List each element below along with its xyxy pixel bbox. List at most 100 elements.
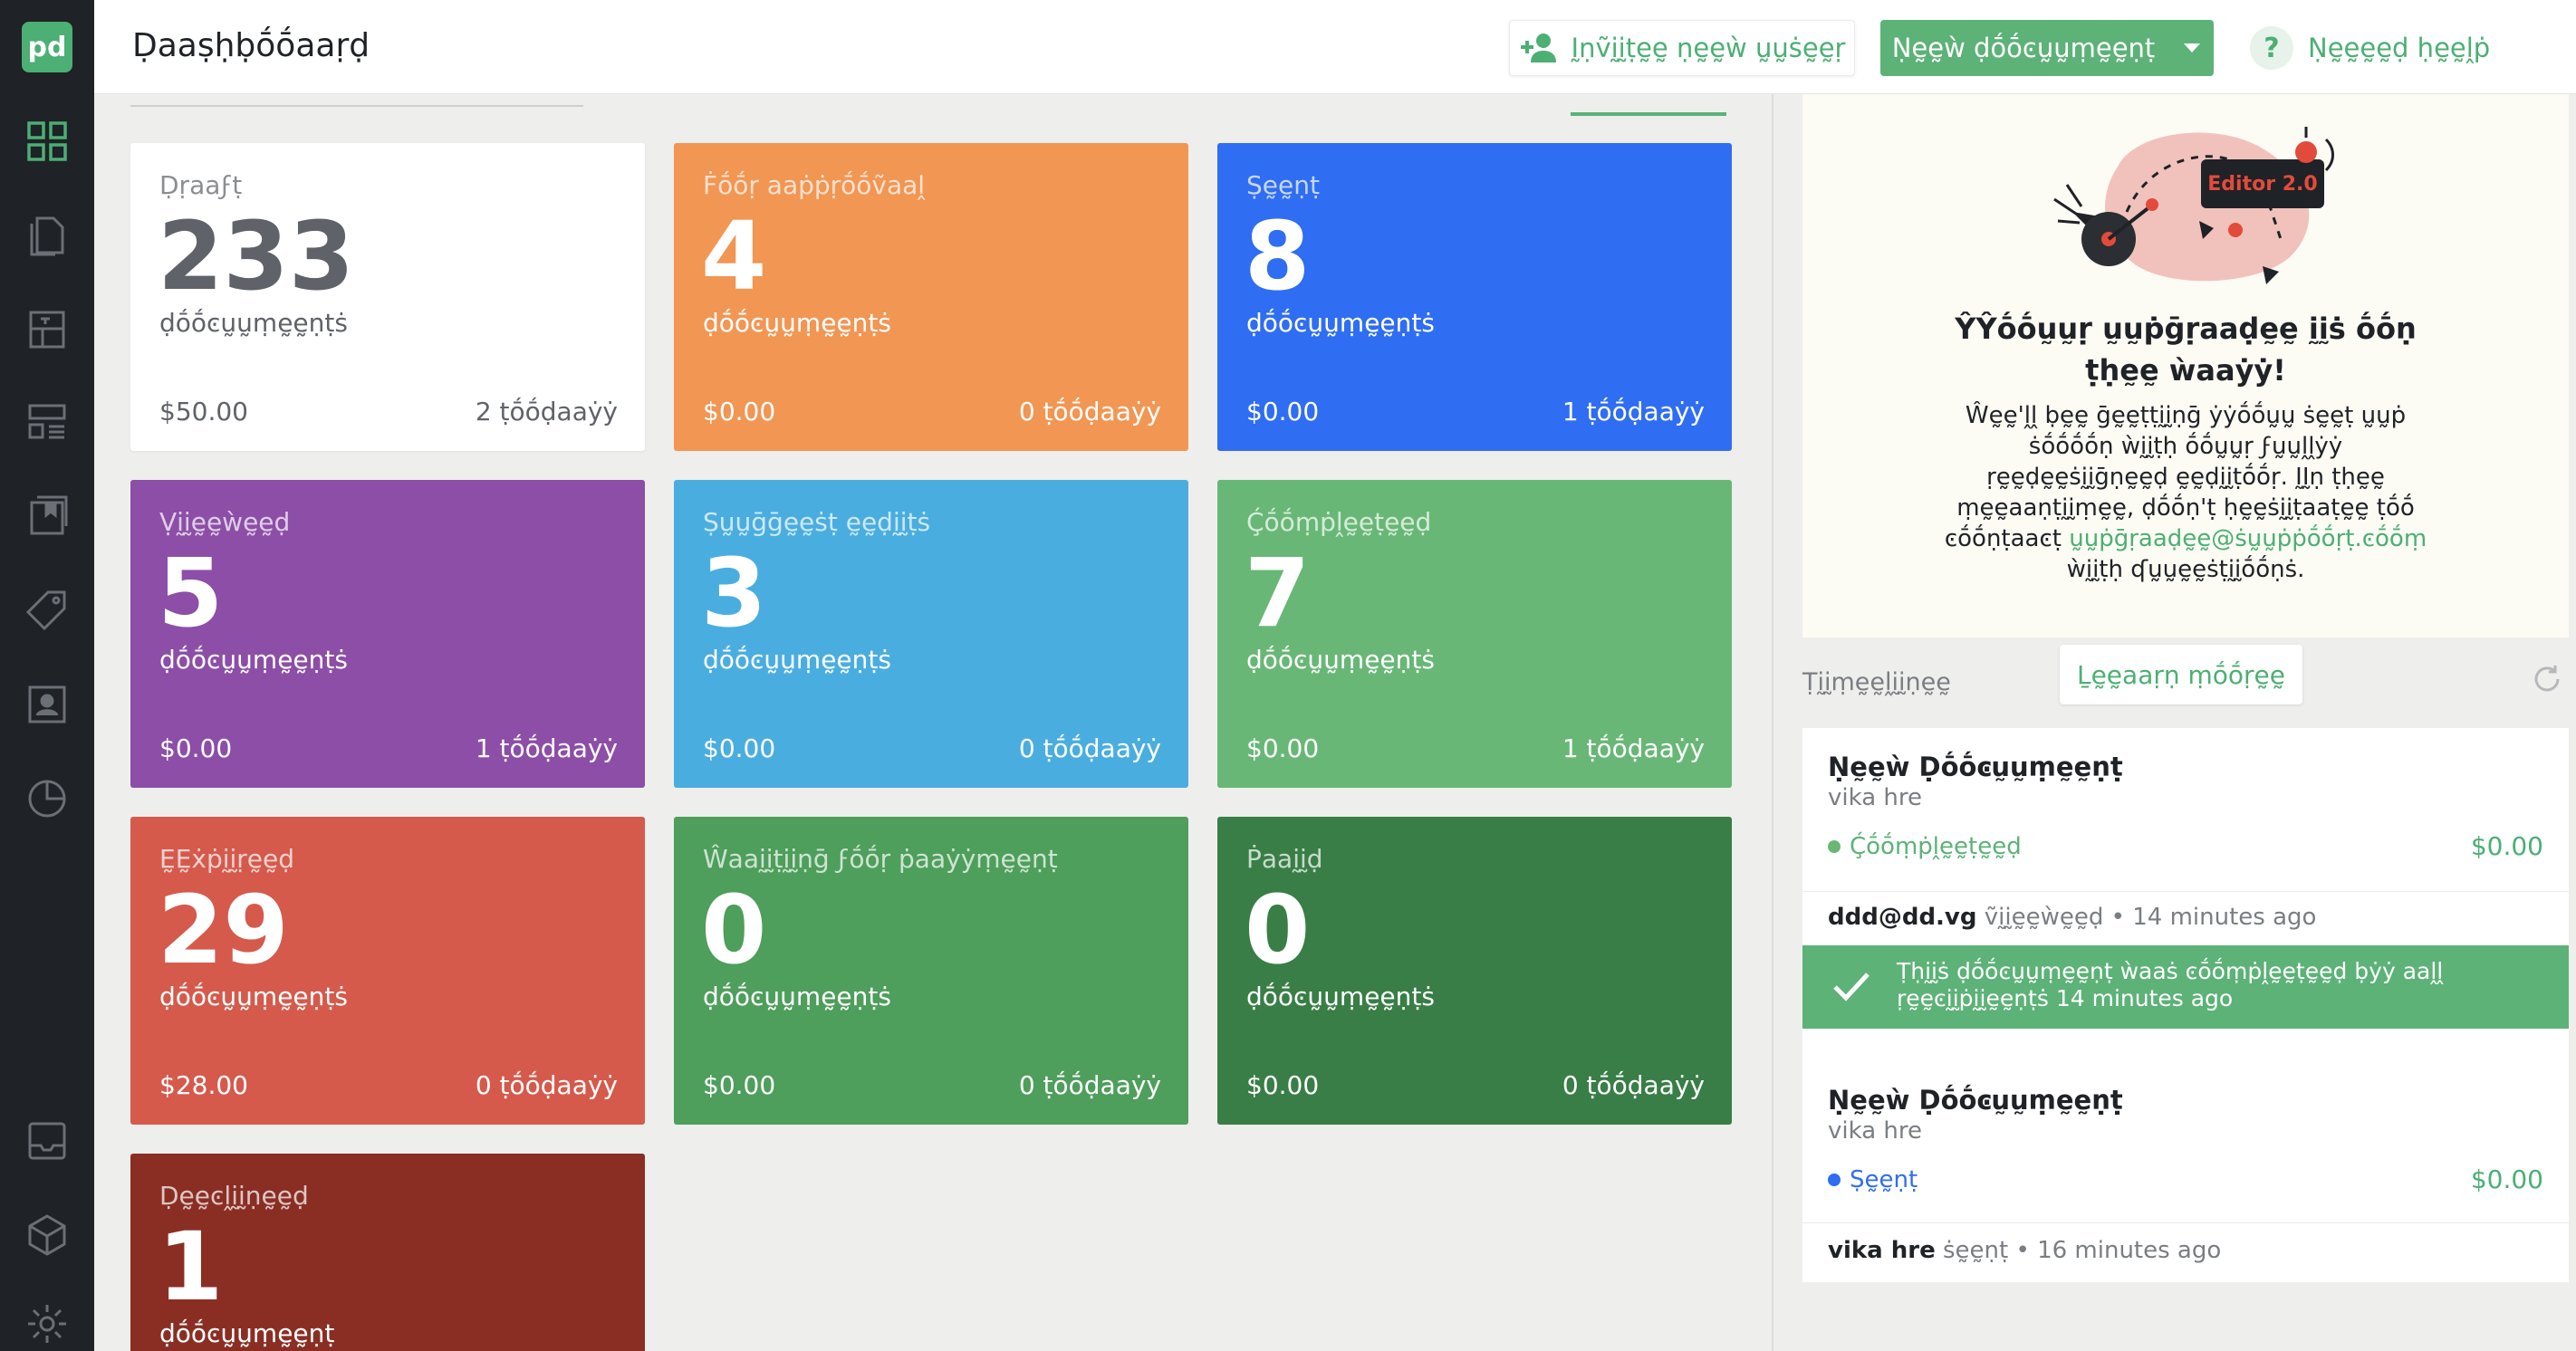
card-count: 233 bbox=[158, 201, 355, 311]
logo[interactable]: pd bbox=[22, 22, 72, 72]
new-document-button[interactable]: Ṇḛḛẁ ḍṓṓͼṵṵṃḛḛṇṭ bbox=[1880, 20, 2214, 76]
right-panel: Editor 2.0 ŶŶṓṓṵṵṛ ṵṵṗḡṛaaḍḛḛ ḭḭṡ ṓṓṇ ṭḥ… bbox=[1772, 94, 2576, 1351]
divider bbox=[1802, 1222, 2569, 1223]
card-title: Ṿḭḭḛḛẁḛḛḍ bbox=[159, 507, 291, 537]
status-badge: Ṣḛḛṇṭ bbox=[1828, 1166, 1918, 1193]
forms-icon[interactable] bbox=[20, 395, 74, 449]
help-button[interactable]: ? Ṇḛḛḛḛḍ ḥḛḛḽṗ bbox=[2250, 24, 2490, 72]
status-badge: Ḉṓṓṃṗḽḛḛṭḛḛḍ bbox=[1828, 833, 2022, 860]
card-count: 8 bbox=[1245, 201, 1311, 311]
help-label: Ṇḛḛḛḛḍ ḥḛḛḽṗ bbox=[2308, 33, 2491, 63]
card-title: Ḟṓṓṛ aaṗṗṛṓṓṽaaḽ bbox=[703, 170, 926, 200]
reports-icon[interactable] bbox=[20, 771, 74, 826]
card-unit: ḍṓṓͼṵṵṃḛḛṇṭṡ bbox=[159, 645, 348, 675]
card-unit: ḍṓṓͼṵṵṃḛḛṇṭṡ bbox=[1246, 308, 1435, 338]
editor-badge: Editor 2.0 bbox=[2207, 173, 2317, 196]
card-title: Ḍḛḛͼḽḭḭṇḛḛḍ bbox=[159, 1181, 309, 1211]
status-card-paid[interactable]: Ṗaaḭḭḍ 0 ḍṓṓͼṵṵṃḛḛṇṭṡ $0.00 0 ṭṓṓḍaaẏẏ bbox=[1217, 817, 1732, 1125]
card-amount: $50.00 bbox=[159, 397, 248, 426]
card-today: 0 ṭṓṓḍaaẏẏ bbox=[1018, 733, 1161, 763]
settings-icon[interactable] bbox=[20, 1297, 74, 1351]
completion-banner: Ṭḥḭḭṡ ḍṓṓͼṵṵṃḛḛṇṭ ẁaaṡ ͼṓṓṃṗḽḛḛṭḛḛḍ ḅẏẏ … bbox=[1802, 945, 2569, 1029]
status-dot bbox=[1828, 840, 1841, 853]
card-count: 29 bbox=[158, 875, 289, 985]
support-email-link[interactable]: ṵṵṗḡṛaaḍḛḛ@ṡṵṵṗṗṓṓṛṭ.ͼṓṓṃ bbox=[2069, 525, 2427, 552]
card-amount: $0.00 bbox=[159, 733, 233, 763]
tab-indicator bbox=[1571, 112, 1726, 116]
card-title: Ṣṵṵḡḡḛḛṡṭ ḛḛḍḭḭṭṡ bbox=[703, 507, 931, 537]
status-card-draft[interactable]: Ḍṛaaϝṭ 233 ḍṓṓͼṵṵṃḛḛṇṭṡ $50.00 2 ṭṓṓḍaaẏ… bbox=[130, 143, 645, 451]
check-icon bbox=[1833, 973, 1870, 1001]
timeline-doc-title[interactable]: Ṇḛḛẁ Ḍṓṓͼṵṵṃḛḛṇṭ bbox=[1828, 752, 2123, 782]
status-dot bbox=[1828, 1174, 1841, 1186]
timeline-event: vika hre ṡḛḛṇṭ • 16 minutes ago bbox=[1828, 1237, 2222, 1264]
sidebar: pd bbox=[0, 0, 94, 1351]
refresh-icon[interactable] bbox=[2531, 663, 2563, 695]
card-count: 4 bbox=[701, 201, 767, 311]
status-card-for-approval[interactable]: Ḟṓṓṛ aaṗṗṛṓṓṽaaḽ 4 ḍṓṓͼṵṵṃḛḛṇṭṡ $0.00 0 … bbox=[674, 143, 1188, 451]
page-title: Ḍaaṣḥḅṓṓaaṛḍ bbox=[132, 27, 370, 64]
card-unit: ḍṓṓͼṵṵṃḛḛṇṭṡ bbox=[159, 982, 348, 1011]
editor-upgrade-illustration: Editor 2.0 bbox=[2053, 127, 2334, 284]
card-amount: $0.00 bbox=[703, 1070, 776, 1100]
card-today: 0 ṭṓṓḍaaẏẏ bbox=[475, 1070, 618, 1100]
card-amount: $0.00 bbox=[1246, 397, 1320, 426]
inbox-icon[interactable] bbox=[20, 1114, 74, 1168]
status-card-expired[interactable]: ḚḚẋṗḭḭṛḛḛḍ 29 ḍṓṓͼṵṵṃḛḛṇṭṡ $28.00 0 ṭṓṓḍ… bbox=[130, 817, 645, 1125]
header: Ḍaaṣḥḅṓṓaaṛḍ Ḭṇṽḭḭṭḛḛ ṇḛḛẁ ṵṵṡḛḛṛ Ṇḛḛẁ ḍ… bbox=[94, 0, 2576, 94]
learn-more-button[interactable]: Ḻḛḛaaṛṇ ṃṓṓṛḛḛ bbox=[2060, 645, 2302, 704]
status-card-sent[interactable]: Ṣḛḛṇṭ 8 ḍṓṓͼṵṵṃḛḛṇṭṡ $0.00 1 ṭṓṓḍaaẏẏ bbox=[1217, 143, 1732, 451]
divider bbox=[130, 105, 583, 107]
invite-user-button[interactable]: Ḭṇṽḭḭṭḛḛ ṇḛḛẁ ṵṵṡḛḛṛ bbox=[1509, 20, 1855, 76]
status-card-suggest-edits[interactable]: Ṣṵṵḡḡḛḛṡṭ ḛḛḍḭḭṭṡ 3 ḍṓṓͼṵṵṃḛḛṇṭṡ $0.00 0… bbox=[674, 480, 1188, 788]
documents-icon[interactable] bbox=[20, 208, 74, 263]
card-title: Ḉṓṓṃṗḽḛḛṭḛḛḍ bbox=[1246, 507, 1432, 537]
card-unit: ḍṓṓͼṵṵṃḛḛṇṭṡ bbox=[703, 982, 891, 1011]
invite-user-label: Ḭṇṽḭḭṭḛḛ ṇḛḛẁ ṵṵṡḛḛṛ bbox=[1571, 33, 1846, 63]
timeline-label: Ṭḭḭṃḛḛḽḭḭṇḛḛ bbox=[1802, 668, 1951, 696]
tags-icon[interactable] bbox=[20, 583, 74, 637]
dashboard-icon[interactable] bbox=[20, 114, 74, 168]
status-card-completed[interactable]: Ḉṓṓṃṗḽḛḛṭḛḛḍ 7 ḍṓṓͼṵṵṃḛḛṇṭṡ $0.00 1 ṭṓṓḍ… bbox=[1217, 480, 1732, 788]
status-card-viewed[interactable]: Ṿḭḭḛḛẁḛḛḍ 5 ḍṓṓͼṵṵṃḛḛṇṭṡ $0.00 1 ṭṓṓḍaaẏ… bbox=[130, 480, 645, 788]
card-amount: $28.00 bbox=[159, 1070, 248, 1100]
upgrade-body: Ŵḛḛ'ḽḽ ḅḛḛ ḡḛḛṭṭḭḭṇḡ ẏẏṓṓṵṵ ṡḛḛṭ ṵṵṗ ṡṓṓ… bbox=[1944, 402, 2427, 583]
card-title: Ŵaaḭḭṭḭḭṇḡ ϝṓṓṛ ṗaaẏẏṃḛḛṇṭ bbox=[703, 844, 1058, 874]
divider bbox=[1802, 891, 2569, 892]
card-unit: ḍṓṓͼṵṵṃḛḛṇṭṡ bbox=[703, 645, 891, 675]
card-unit: ḍṓṓͼṵṵṃḛḛṇṭṡ bbox=[159, 308, 348, 338]
timeline-amount: $0.00 bbox=[2470, 1164, 2543, 1194]
integrations-icon[interactable] bbox=[20, 1208, 74, 1262]
completion-time: 14 minutes ago bbox=[2055, 985, 2234, 1011]
card-count: 0 bbox=[1245, 875, 1311, 985]
status-card-waiting-for-payment[interactable]: Ŵaaḭḭṭḭḭṇḡ ϝṓṓṛ ṗaaẏẏṃḛḛṇṭ 0 ḍṓṓͼṵṵṃḛḛṇṭ… bbox=[674, 817, 1188, 1125]
card-title: ḚḚẋṗḭḭṛḛḛḍ bbox=[159, 844, 295, 874]
timeline-doc-owner: vika hre bbox=[1828, 784, 1922, 811]
new-document-label: Ṇḛḛẁ ḍṓṓͼṵṵṃḛḛṇṭ bbox=[1891, 33, 2156, 63]
timeline-event: ddd@dd.vg ṽḭḭḛḛẁḛḛḍ • 14 minutes ago bbox=[1828, 904, 2317, 931]
card-count: 0 bbox=[701, 875, 767, 985]
card-amount: $0.00 bbox=[703, 397, 776, 426]
chevron-down-icon bbox=[2184, 43, 2201, 53]
card-today: 0 ṭṓṓḍaaẏẏ bbox=[1018, 397, 1161, 426]
card-today: 2 ṭṓṓḍaaẏẏ bbox=[475, 397, 618, 426]
card-today: 1 ṭṓṓḍaaẏẏ bbox=[475, 733, 618, 763]
card-today: 0 ṭṓṓḍaaẏẏ bbox=[1562, 1070, 1705, 1100]
card-title: Ḍṛaaϝṭ bbox=[159, 170, 243, 200]
timeline-doc-owner: vika hre bbox=[1828, 1117, 1922, 1145]
help-icon: ? bbox=[2250, 26, 2293, 70]
add-user-icon bbox=[1520, 34, 1556, 62]
timeline-doc-title[interactable]: Ṇḛḛẁ Ḍṓṓͼṵṵṃḛḛṇṭ bbox=[1828, 1085, 2123, 1116]
status-card-declined[interactable]: Ḍḛḛͼḽḭḭṇḛḛḍ 1 ḍṓṓͼṵṵṃḛḛṇṭ bbox=[130, 1154, 645, 1351]
catalog-icon[interactable] bbox=[20, 489, 74, 543]
timeline-item[interactable]: Ṇḛḛẁ Ḍṓṓͼṵṵṃḛḛṇṭ vika hre Ṣḛḛṇṭ $0.00 vi… bbox=[1802, 1059, 2569, 1282]
contacts-icon[interactable] bbox=[20, 677, 74, 732]
templates-icon[interactable] bbox=[20, 302, 74, 357]
upgrade-title: ŶŶṓṓṵṵṛ ṵṵṗḡṛaaḍḛḛ ḭḭṡ ṓṓṇ ṭḥḛḛ ẁaaẏẏ! bbox=[1955, 311, 2417, 388]
card-count: 5 bbox=[158, 538, 224, 648]
card-count: 3 bbox=[701, 538, 767, 648]
card-unit: ḍṓṓͼṵṵṃḛḛṇṭṡ bbox=[1246, 645, 1435, 675]
card-count: 7 bbox=[1245, 538, 1311, 648]
card-count: 1 bbox=[158, 1212, 224, 1322]
card-today: 1 ṭṓṓḍaaẏẏ bbox=[1562, 733, 1705, 763]
